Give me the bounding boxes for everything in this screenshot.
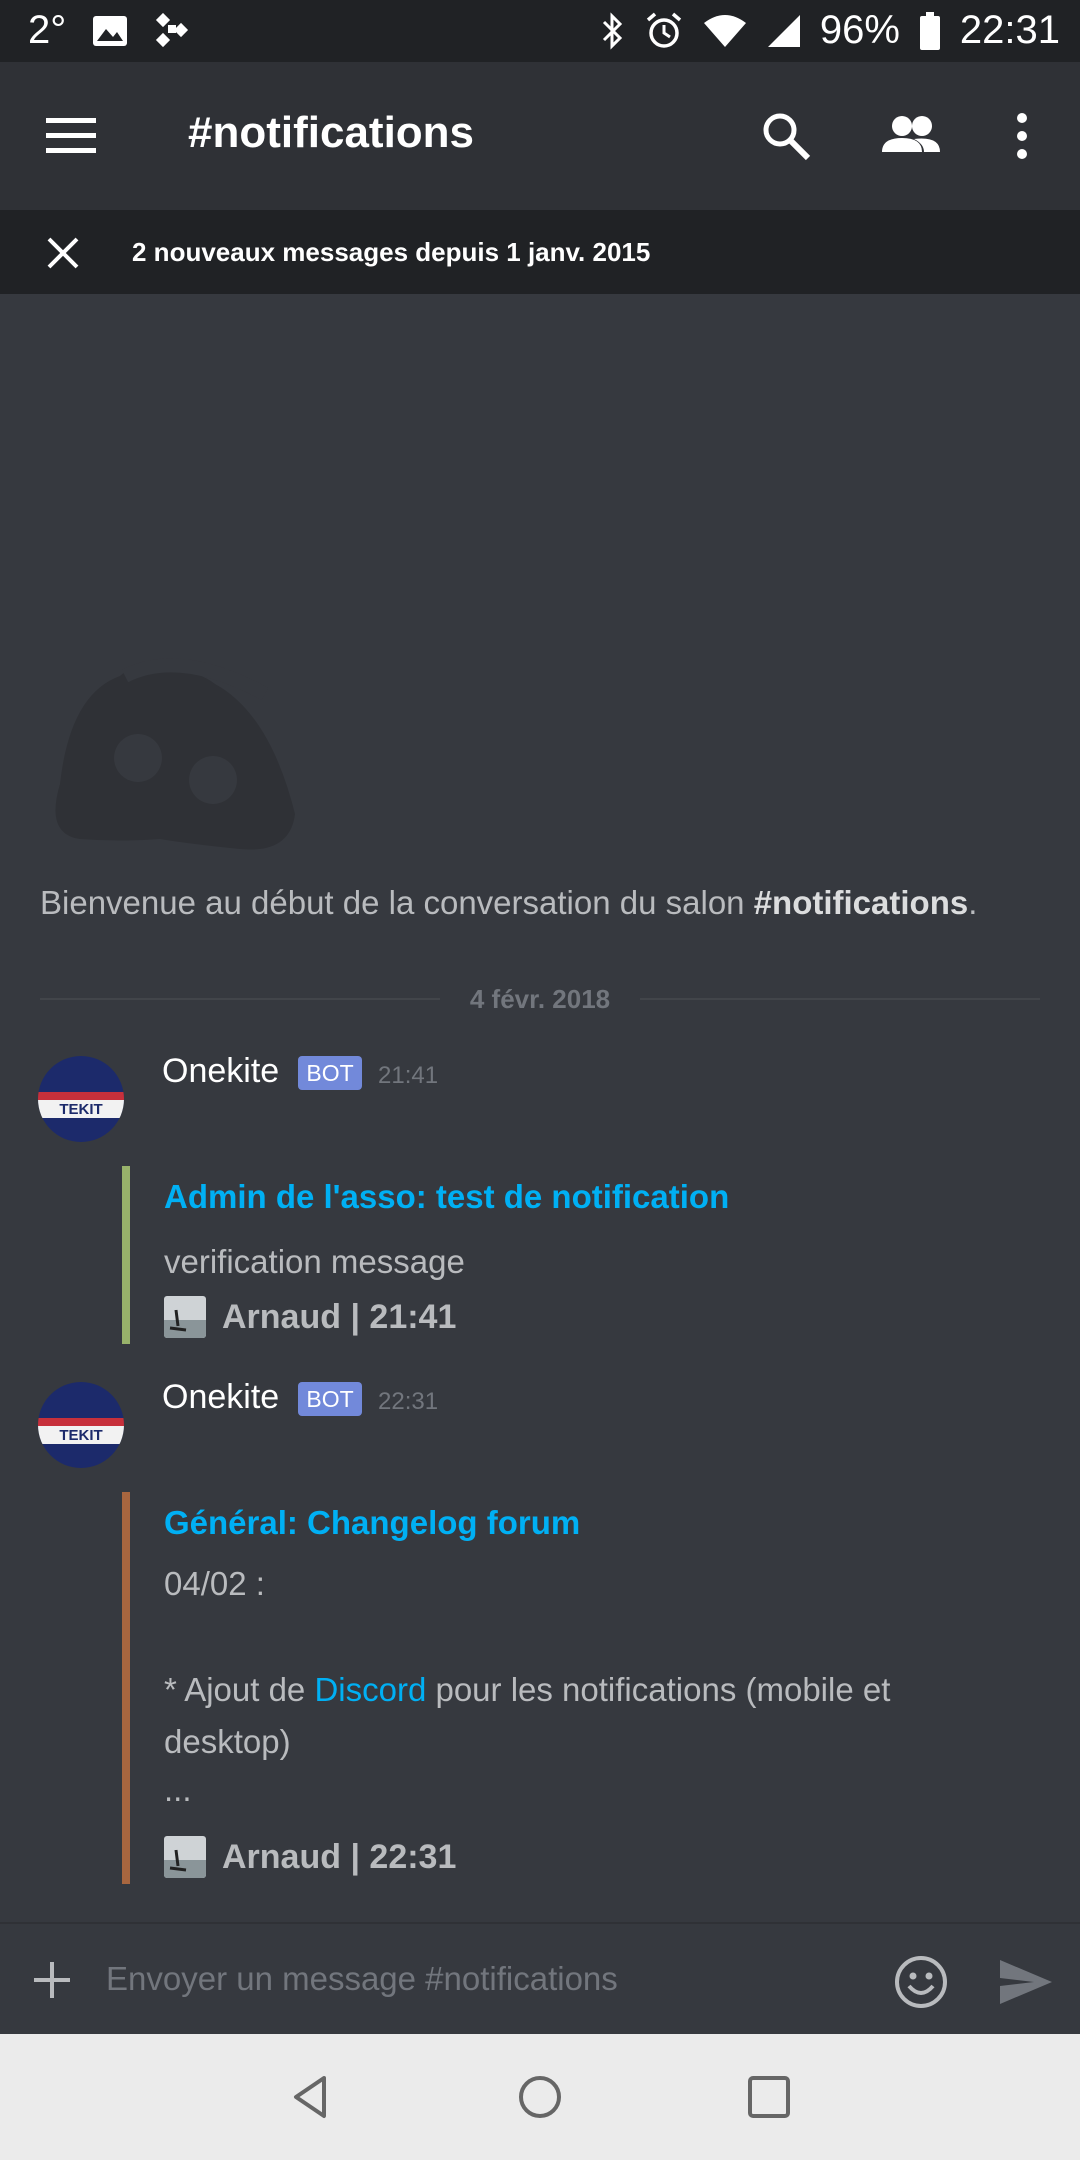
send-icon[interactable] [996,1954,1056,2010]
bot-badge: BOT [298,1382,362,1416]
embed-footer: Arnaud | 22:31 [164,1836,456,1878]
message-embed: Admin de l'asso: test de notification ve… [122,1166,1022,1344]
footer-text: Arnaud | 22:31 [222,1837,457,1876]
footer-thumbnail [164,1296,206,1338]
divider-line-right [640,998,1040,1000]
channel-header: #notifications [0,62,1080,210]
temperature-text: 2° [28,8,67,52]
footer-thumbnail [164,1836,206,1878]
svg-text:TEKIT: TEKIT [59,1427,102,1444]
back-icon[interactable] [286,2072,336,2122]
date-divider: 4 févr. 2018 [40,980,1040,1016]
recents-icon[interactable] [744,2072,794,2122]
embed-line-3: desktop) [164,1723,291,1760]
emoji-icon[interactable] [893,1954,949,2010]
home-icon[interactable] [515,2072,565,2122]
signal-icon [767,14,800,47]
battery-icon [919,11,940,50]
message-time: 22:31 [378,1388,439,1415]
message-time: 21:41 [378,1062,439,1089]
battery-percent: 96% [819,8,900,52]
embed-footer: Arnaud | 21:41 [164,1296,456,1338]
banner-text: 2 nouveaux messages depuis 1 janv. 2015 [132,237,651,267]
alarm-icon [646,12,681,48]
clock-time: 22:31 [959,8,1060,52]
embed-line-4: ... [164,1771,192,1808]
status-bar: 2° 96% 22:31 [0,0,1080,62]
new-messages-banner[interactable]: 2 nouveaux messages depuis 1 janv. 2015 [0,210,1080,294]
message-author[interactable]: Onekite [162,1052,279,1091]
svg-text:TEKIT: TEKIT [59,1101,102,1118]
message-embed: Général: Changelog forum 04/02 : * Ajout… [122,1492,1022,1884]
menu-icon[interactable] [44,114,100,158]
bluetooth-icon [602,11,622,50]
more-icon[interactable] [1004,106,1040,166]
close-icon[interactable] [46,236,80,270]
system-nav-bar [0,2034,1080,2160]
bot-badge: BOT [298,1056,362,1090]
search-icon[interactable] [756,106,816,166]
embed-title[interactable]: Admin de l'asso: test de notification [164,1178,729,1216]
avatar[interactable]: TEKIT [38,1056,124,1142]
plus-icon[interactable] [30,1958,74,2002]
welcome-channel: #notifications [753,884,969,921]
embed-line-2: * Ajout de Discord pour les notification… [164,1671,891,1708]
footer-text: Arnaud | 21:41 [222,1297,457,1336]
welcome-text: Bienvenue au début de la conversation du… [40,884,978,921]
discord-logo [55,658,295,850]
embed-body: verification message [164,1243,465,1280]
members-icon[interactable] [880,106,942,166]
wifi-icon [703,14,746,47]
app-icon [156,12,189,47]
image-icon [93,15,128,46]
embed-line-1: 04/02 : [164,1565,265,1602]
embed-title[interactable]: Général: Changelog forum [164,1504,580,1542]
message-composer: Envoyer un message #notifications [0,1922,1080,2034]
message-author[interactable]: Onekite [162,1378,279,1417]
discord-link[interactable]: Discord [314,1671,426,1708]
channel-title: #notifications [188,108,475,157]
avatar[interactable]: TEKIT [38,1382,124,1468]
message-input[interactable]: Envoyer un message #notifications [106,1960,618,1998]
